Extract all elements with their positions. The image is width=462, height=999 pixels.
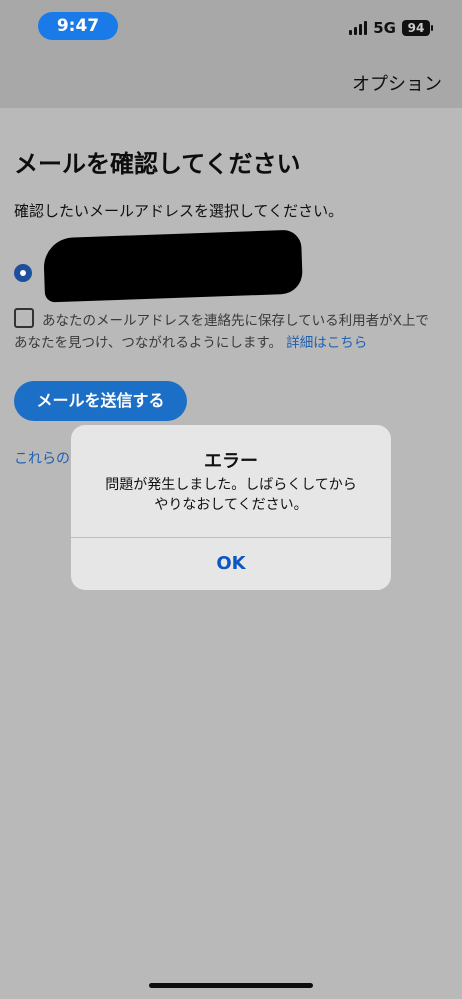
app-screen: 9:47 5G 94 オプション メールを確認してください 確認したいメールアド…: [0, 0, 462, 999]
status-icons: 5G 94: [349, 18, 433, 38]
alert-message-line1: 問題が発生しました。しばらくしてから: [105, 477, 357, 493]
battery-icon: 94: [402, 20, 433, 36]
home-indicator[interactable]: [149, 983, 313, 988]
page-title: メールを確認してください: [14, 150, 301, 178]
status-time: 9:47: [38, 12, 118, 40]
error-alert: エラー 問題が発生しました。しばらくしてから やりなおしてください。 OK: [71, 425, 391, 590]
top-bar: 9:47 5G 94 オプション: [0, 0, 462, 108]
learn-more-link[interactable]: 詳細はこちら: [286, 335, 367, 351]
alert-message: 問題が発生しました。しばらくしてから やりなおしてください。: [91, 475, 371, 515]
alert-message-line2: やりなおしてください。: [154, 497, 308, 513]
alert-title: エラー: [204, 451, 258, 472]
page-subtitle: 確認したいメールアドレスを選択してください。: [14, 202, 344, 220]
network-label: 5G: [373, 19, 396, 37]
send-email-button[interactable]: メールを送信する: [14, 381, 187, 421]
alert-ok-button[interactable]: OK: [71, 538, 391, 590]
email-radio-button[interactable]: [14, 264, 32, 282]
options-button[interactable]: オプション: [352, 70, 442, 96]
signal-icon: [349, 21, 368, 35]
consent-text: あなたのメールアドレスを連絡先に保存している利用者がX上であなたを見つけ、つなが…: [14, 310, 434, 354]
other-options-link[interactable]: これらの: [14, 448, 70, 468]
redacted-email: [42, 229, 304, 303]
